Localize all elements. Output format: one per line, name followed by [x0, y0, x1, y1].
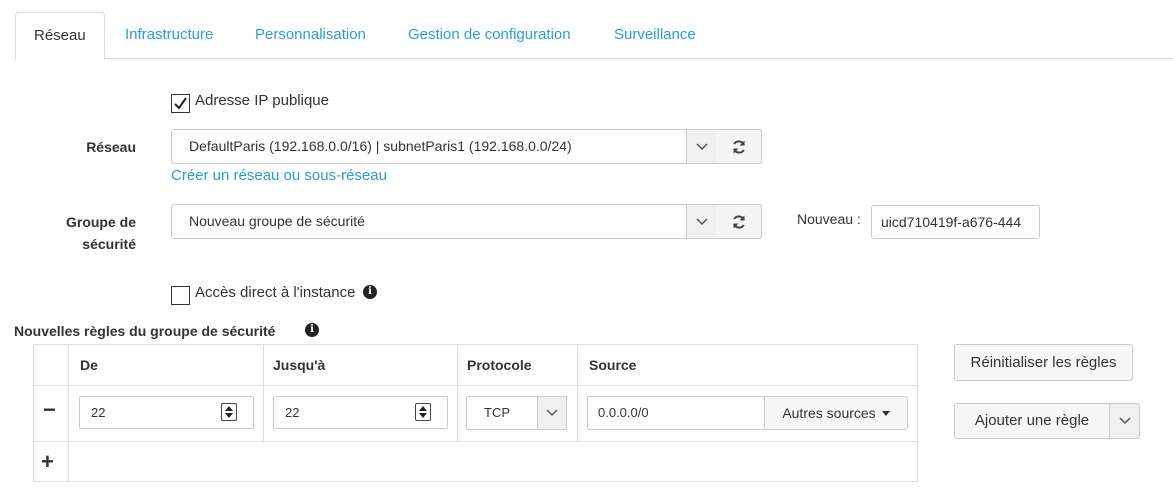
- chevron-down-icon: [695, 217, 708, 225]
- caret-down-icon: [881, 410, 890, 416]
- table-divider: [68, 345, 69, 481]
- protocol-select[interactable]: TCP: [466, 396, 538, 430]
- add-rule-dropdown-toggle[interactable]: [1109, 403, 1140, 439]
- add-row-button[interactable]: +: [41, 449, 54, 475]
- chevron-down-icon: [1118, 417, 1131, 425]
- tab-personnalisation[interactable]: Personnalisation: [237, 12, 384, 59]
- direct-access-checkbox[interactable]: [171, 286, 190, 305]
- network-dropdown-toggle[interactable]: [686, 129, 717, 164]
- column-header-source: Source: [589, 357, 637, 373]
- table-divider: [34, 385, 917, 386]
- remove-rule-button[interactable]: −: [43, 397, 56, 423]
- security-group-dropdown-toggle[interactable]: [686, 204, 717, 239]
- security-group-label-line1: Groupe de: [65, 214, 136, 230]
- direct-access-label: Accès direct à l'instance: [195, 284, 356, 301]
- table-divider: [263, 345, 264, 441]
- chevron-down-icon: [546, 409, 558, 417]
- security-group-refresh-button[interactable]: [716, 204, 762, 239]
- public-ip-label: Adresse IP publique: [195, 92, 329, 109]
- new-group-label: Nouveau :: [797, 211, 861, 227]
- stepper-arrows-icon: [225, 406, 233, 418]
- create-network-link[interactable]: Créer un réseau ou sous-réseau: [171, 167, 387, 184]
- table-divider: [577, 345, 578, 441]
- other-sources-button[interactable]: Autres sources: [764, 396, 908, 430]
- security-group-label: Groupe de sécurité: [40, 211, 136, 255]
- reset-rules-button[interactable]: Réinitialiser les règles: [954, 344, 1133, 381]
- network-label: Réseau: [86, 139, 136, 155]
- security-group-label-line2: sécurité: [82, 236, 136, 252]
- network-select[interactable]: DefaultParis (192.168.0.0/16) | subnetPa…: [171, 129, 687, 164]
- rules-table: De Jusqu'à Protocole Source − 22 22 TCP …: [33, 344, 918, 482]
- column-header-protocol: Protocole: [467, 357, 532, 373]
- table-divider: [34, 441, 917, 442]
- table-divider: [457, 345, 458, 441]
- tab-gestion-configuration[interactable]: Gestion de configuration: [390, 12, 589, 59]
- info-icon[interactable]: i: [305, 323, 319, 337]
- stepper-arrows-icon: [419, 406, 427, 418]
- new-group-name-input[interactable]: uicd710419f-a676-444: [871, 205, 1040, 239]
- other-sources-label: Autres sources: [782, 405, 876, 421]
- tab-infrastructure[interactable]: Infrastructure: [107, 12, 231, 59]
- chevron-down-icon: [695, 142, 708, 150]
- refresh-icon: [732, 214, 745, 229]
- info-icon[interactable]: i: [363, 285, 377, 299]
- tab-bar: Réseau Infrastructure Personnalisation G…: [15, 12, 1173, 60]
- column-header-from: De: [80, 357, 98, 373]
- protocol-dropdown-toggle[interactable]: [537, 396, 567, 430]
- check-icon: [174, 97, 187, 110]
- tab-surveillance[interactable]: Surveillance: [596, 12, 714, 59]
- from-port-spinner[interactable]: [221, 403, 237, 421]
- rules-section-title: Nouvelles règles du groupe de sécurité: [14, 323, 276, 339]
- add-rule-button[interactable]: Ajouter une règle: [954, 403, 1110, 439]
- tab-reseau[interactable]: Réseau: [15, 12, 105, 60]
- security-group-select[interactable]: Nouveau groupe de sécurité: [171, 204, 687, 239]
- source-input[interactable]: 0.0.0.0/0: [587, 396, 765, 430]
- to-port-spinner[interactable]: [415, 403, 431, 421]
- column-header-to: Jusqu'à: [273, 357, 326, 373]
- refresh-icon: [732, 139, 745, 154]
- public-ip-checkbox[interactable]: [171, 94, 190, 113]
- network-refresh-button[interactable]: [716, 129, 762, 164]
